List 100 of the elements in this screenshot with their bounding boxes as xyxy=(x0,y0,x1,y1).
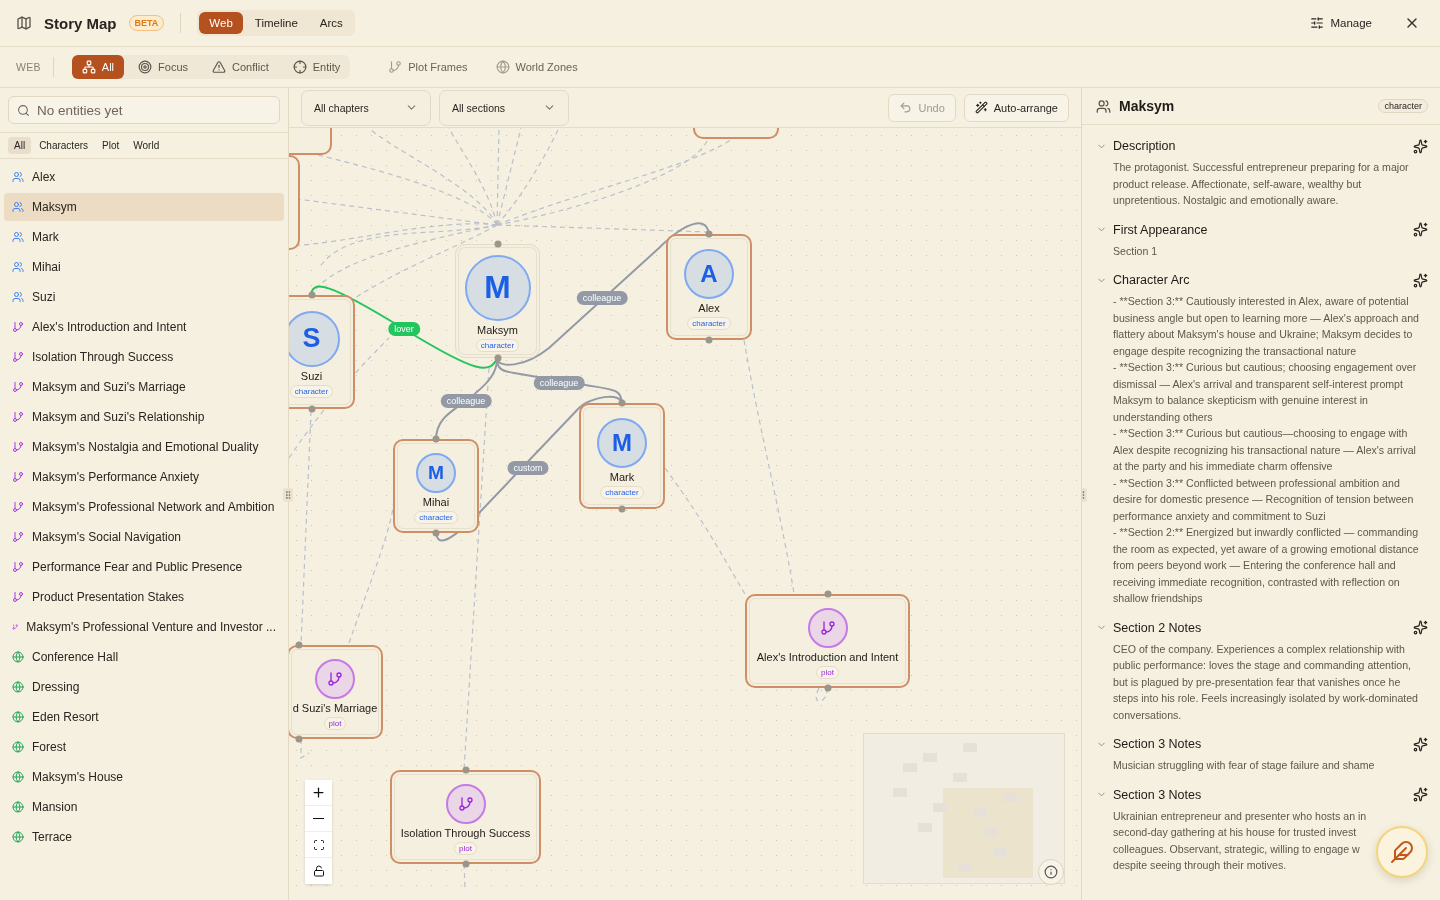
relation-label: lover xyxy=(388,322,420,336)
node-card[interactable]: Alex's Introduction and Intent plot xyxy=(745,594,910,688)
entity-item[interactable]: Conference Hall xyxy=(4,643,284,671)
entity-item[interactable]: Eden Resort xyxy=(4,703,284,731)
entity-item[interactable]: Alex's Introduction and Intent xyxy=(4,313,284,341)
entity-item[interactable]: Terrace xyxy=(4,823,284,851)
people-icon xyxy=(12,261,24,273)
entity-item[interactable]: Isolation Through Success xyxy=(4,343,284,371)
sparkles-icon[interactable] xyxy=(1413,222,1428,237)
branch-icon xyxy=(12,411,24,423)
overlay-toggle[interactable]: Plot Frames xyxy=(378,55,478,79)
view-tab[interactable]: Web xyxy=(199,12,243,34)
resize-handle[interactable] xyxy=(283,488,293,502)
entity-item[interactable]: Maksym xyxy=(4,193,284,221)
entity-item[interactable]: Maksym and Suzi's Relationship xyxy=(4,403,284,431)
section-title: Description xyxy=(1113,139,1176,153)
connection-handle[interactable] xyxy=(295,735,303,743)
mode-tab[interactable]: Entity xyxy=(282,55,351,79)
entity-item[interactable]: Mark xyxy=(4,223,284,251)
connection-handle[interactable] xyxy=(462,860,469,868)
connection-handle[interactable] xyxy=(824,590,831,598)
connection-handle[interactable] xyxy=(432,529,440,537)
entity-item[interactable]: Maksym's Performance Anxiety xyxy=(4,463,284,491)
section-title: Section 2 Notes xyxy=(1113,620,1202,635)
entity-item[interactable]: Maksym's Nostalgia and Emotional Duality xyxy=(4,433,284,461)
entity-item[interactable]: Dressing xyxy=(4,673,284,701)
sparkles-icon[interactable] xyxy=(1413,138,1428,154)
sparkles-icon[interactable] xyxy=(1413,620,1428,635)
filter-tab[interactable]: All xyxy=(8,137,32,154)
connection-handle[interactable] xyxy=(308,405,315,413)
entity-item[interactable]: Mansion xyxy=(4,793,284,821)
sparkles-icon[interactable] xyxy=(1413,787,1428,802)
node-tag: plot xyxy=(323,716,347,730)
connection-handle[interactable] xyxy=(462,766,469,774)
node-name: Mark xyxy=(609,470,635,483)
filter-tab[interactable]: Characters xyxy=(33,137,95,154)
mode-tab[interactable]: Focus xyxy=(128,55,199,79)
lock-button[interactable] xyxy=(305,858,332,884)
connection-handle[interactable] xyxy=(618,505,626,513)
entity-name: Maksym's Performance Anxiety xyxy=(32,470,199,484)
lock-icon xyxy=(312,865,325,877)
entity-item[interactable]: Maksym's Professional Venture and Investor ... xyxy=(4,613,284,641)
entity-item[interactable]: Suzi xyxy=(4,283,284,311)
zoom-in-button[interactable] xyxy=(305,780,332,806)
sparkles-icon[interactable] xyxy=(1413,736,1428,752)
connection-handle[interactable] xyxy=(494,240,501,248)
filter-tab[interactable]: World xyxy=(127,137,166,154)
section-text: CEO of the company. Experiences a complex relationship with public performance: loves the stage and commanding attention, but is plagued by pre-presentation fear that vanishes once he steps into his role. Feels increasingly isolated by work-dominated conversations. xyxy=(1113,641,1419,723)
entity-name: Dressing xyxy=(32,680,80,694)
entity-item[interactable]: Mihai xyxy=(4,253,284,281)
overlay-toggle[interactable]: World Zones xyxy=(485,55,588,79)
entity-name: Isolation Through Success xyxy=(32,350,174,364)
warning-icon xyxy=(212,60,227,74)
search-field[interactable]: No entities yet xyxy=(8,96,280,124)
globe-icon xyxy=(495,60,510,74)
entity-item[interactable]: Maksym's Social Navigation xyxy=(4,523,284,551)
entity-item[interactable]: Forest xyxy=(4,733,284,761)
wand-icon xyxy=(974,101,988,114)
entity-name: Maksym's Nostalgia and Emotional Duality xyxy=(32,440,259,454)
node-card[interactable]: M Maksym character xyxy=(455,244,540,358)
connection-handle[interactable] xyxy=(295,641,303,649)
node-card[interactable]: d Suzi's Marriage plot xyxy=(289,645,383,739)
mode-tab[interactable]: Conflict xyxy=(202,55,279,79)
connection-handle[interactable] xyxy=(705,336,713,344)
mode-tab[interactable]: All xyxy=(71,55,125,79)
section-text: Musician struggling with fear of stage failure and shame xyxy=(1113,758,1375,773)
connection-handle[interactable] xyxy=(494,354,501,362)
branch-icon xyxy=(388,60,403,74)
quill-button[interactable] xyxy=(1376,826,1428,878)
node-card[interactable]: M Mihai character xyxy=(393,439,479,533)
section-text: - **Section 3:** Curious but cautious; choosing engagement over dismissal — Alex's arrival and transparent self-interest prompt Maksym to balance skepticism with genuine interest in understanding others xyxy=(1113,360,1418,425)
manage-button[interactable]: Manage xyxy=(1304,12,1378,34)
node-name: Isolation Through Success xyxy=(400,826,531,839)
node-card[interactable]: S Suzi character xyxy=(289,295,355,409)
view-tab[interactable]: Arcs xyxy=(309,12,353,34)
node-card[interactable]: M Mark character xyxy=(579,403,665,509)
globe-icon xyxy=(12,681,24,693)
connection-handle[interactable] xyxy=(308,291,315,299)
node-tag: character xyxy=(414,510,458,524)
entity-item[interactable]: Product Presentation Stakes xyxy=(4,583,284,611)
entity-item[interactable]: Maksym's Professional Network and Ambition xyxy=(4,493,284,521)
filter-tab[interactable]: Plot xyxy=(96,137,126,154)
entity-item[interactable]: Alex xyxy=(4,163,284,191)
connection-handle[interactable] xyxy=(432,435,440,443)
node-card[interactable]: A Alex character xyxy=(666,234,752,340)
auto-arrange-button[interactable]: Auto-arrange xyxy=(963,93,1069,122)
people-icon xyxy=(12,291,24,303)
connection-handle[interactable] xyxy=(824,684,831,692)
section-dropdown[interactable]: All sections xyxy=(439,89,569,126)
view-tab[interactable]: Timeline xyxy=(244,12,308,34)
entity-item[interactable]: Maksym and Suzi's Marriage xyxy=(4,373,284,401)
chapter-dropdown[interactable]: All chapters xyxy=(301,89,431,126)
connection-handle[interactable] xyxy=(618,399,626,407)
entity-item[interactable]: Performance Fear and Public Presence xyxy=(4,553,284,581)
node-card[interactable]: Isolation Through Success plot xyxy=(390,770,541,864)
connection-handle[interactable] xyxy=(705,230,713,238)
entity-item[interactable]: Maksym's House xyxy=(4,763,284,791)
branch-icon xyxy=(12,591,24,603)
fit-view-button[interactable] xyxy=(305,832,332,858)
sparkles-icon[interactable] xyxy=(1413,272,1428,288)
